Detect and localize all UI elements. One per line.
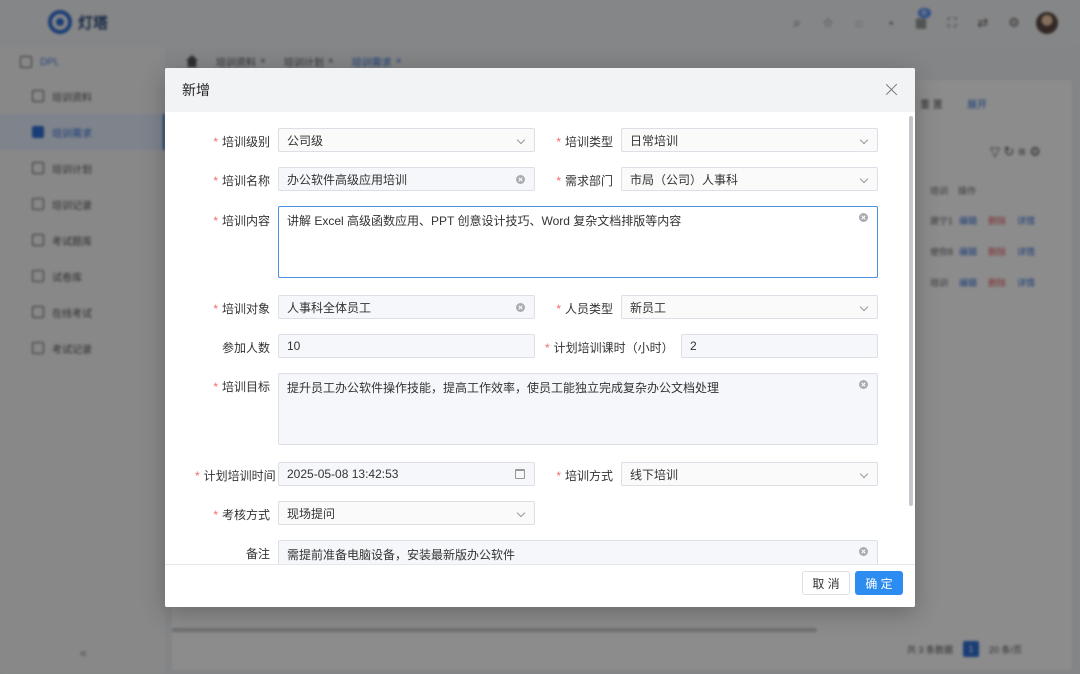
required-mark: *: [195, 469, 200, 483]
training-type-select[interactable]: 日常培训: [621, 128, 878, 152]
department-value: 市局（公司）人事科: [630, 172, 739, 187]
required-mark: *: [556, 135, 561, 149]
name-label-text: 培训名称: [221, 174, 270, 188]
cancel-button[interactable]: 取 消: [802, 571, 850, 595]
time-label-text: 计划培训时间: [203, 469, 276, 483]
training-goal-textarea[interactable]: 提升员工办公软件操作技能，提高工作效率，使员工能独立完成复杂办公文档处理: [278, 373, 878, 445]
training-level-value: 公司级: [287, 133, 324, 148]
type-label: * 培训类型: [545, 133, 613, 150]
type-label-text: 培训类型: [564, 135, 613, 149]
required-mark: *: [213, 508, 218, 522]
required-mark: *: [213, 380, 218, 394]
training-method-select[interactable]: 线下培训: [621, 462, 878, 486]
chevron-down-icon: [859, 135, 869, 145]
chevron-down-icon: [516, 508, 526, 518]
training-name-input[interactable]: 办公软件高级应用培训: [278, 167, 535, 191]
clear-icon[interactable]: [859, 380, 868, 389]
hours-label-text: 计划培训课时（小时）: [553, 341, 674, 355]
required-mark: *: [545, 341, 550, 355]
training-level-select[interactable]: 公司级: [278, 128, 535, 152]
training-content-textarea[interactable]: 讲解 Excel 高级函数应用、PPT 创意设计技巧、Word 复杂文档排版等内…: [278, 206, 878, 278]
training-target-value: 人事科全体员工: [287, 300, 372, 315]
staff-type-label-text: 人员类型: [564, 302, 613, 316]
content-label: * 培训内容: [205, 212, 270, 229]
training-target-input[interactable]: 人事科全体员工: [278, 295, 535, 319]
training-time-picker[interactable]: 2025-05-08 13:42:53: [278, 462, 535, 486]
required-mark: *: [213, 302, 218, 316]
required-mark: *: [213, 174, 218, 188]
department-select[interactable]: 市局（公司）人事科: [621, 167, 878, 191]
clear-icon[interactable]: [859, 213, 868, 222]
time-label: * 计划培训时间: [195, 467, 276, 484]
calendar-icon: [515, 469, 525, 479]
training-time-value: 2025-05-08 13:42:53: [287, 467, 399, 481]
close-icon[interactable]: [883, 81, 901, 99]
dept-label-text: 需求部门: [564, 174, 613, 188]
training-name-value: 办公软件高级应用培训: [287, 172, 408, 187]
staff-type-value: 新员工: [630, 300, 667, 315]
clear-icon[interactable]: [516, 303, 525, 312]
assess-label-text: 考核方式: [221, 508, 270, 522]
remark-label: 备注: [245, 547, 270, 561]
chevron-down-icon: [516, 135, 526, 145]
required-mark: *: [556, 174, 561, 188]
training-method-value: 线下培训: [630, 467, 679, 482]
content-label-text: 培训内容: [221, 214, 270, 228]
training-goal-value: 提升员工办公软件操作技能，提高工作效率，使员工能独立完成复杂办公文档处理: [287, 381, 720, 395]
vertical-scrollbar[interactable]: [909, 116, 913, 506]
target-label-text: 培训对象: [221, 302, 270, 316]
target-label: * 培训对象: [205, 300, 270, 317]
planned-hours-value: 2: [690, 339, 697, 353]
staff-type-select[interactable]: 新员工: [621, 295, 878, 319]
method-label: * 培训方式: [545, 467, 613, 484]
method-label-text: 培训方式: [564, 469, 613, 483]
clear-icon[interactable]: [859, 547, 868, 556]
participant-count-value: 10: [287, 339, 301, 353]
required-mark: *: [556, 469, 561, 483]
training-content-value: 讲解 Excel 高级函数应用、PPT 创意设计技巧、Word 复杂文档排版等内…: [287, 214, 682, 228]
chevron-down-icon: [859, 302, 869, 312]
staff-type-label: * 人员类型: [545, 300, 613, 317]
dept-label: * 需求部门: [545, 172, 613, 189]
dialog-body: * 培训级别 公司级 * 培训类型 日常培训 * 培训名称 办公软件高级应用培训 * 需…: [165, 112, 915, 564]
chevron-down-icon: [859, 469, 869, 479]
dialog-footer: 取 消 确 定: [165, 564, 915, 607]
remark-value: 需提前准备电脑设备，安装最新版办公软件: [287, 548, 516, 562]
required-mark: *: [213, 214, 218, 228]
goal-label-text: 培训目标: [221, 380, 270, 394]
chevron-down-icon: [859, 174, 869, 184]
goal-label: * 培训目标: [205, 378, 270, 395]
hours-label: * 计划培训课时（小时）: [545, 339, 674, 356]
dialog-header: 新增: [165, 68, 915, 112]
name-label: * 培训名称: [205, 172, 270, 189]
planned-hours-input[interactable]: 2: [681, 334, 878, 358]
confirm-button[interactable]: 确 定: [855, 571, 903, 595]
count-label: 参加人数: [221, 341, 270, 355]
add-dialog: 新增 * 培训级别 公司级 * 培训类型 日常培训 * 培训名称 办公软件高级应用培训…: [165, 68, 915, 607]
level-label: * 培训级别: [205, 133, 270, 150]
level-label-text: 培训级别: [221, 135, 270, 149]
assessment-method-value: 现场提问: [287, 506, 336, 521]
assessment-method-select[interactable]: 现场提问: [278, 501, 535, 525]
required-mark: *: [213, 135, 218, 149]
dialog-title: 新增: [182, 82, 210, 98]
training-type-value: 日常培训: [630, 133, 679, 148]
assess-label: * 考核方式: [205, 506, 270, 523]
remark-textarea[interactable]: 需提前准备电脑设备，安装最新版办公软件: [278, 540, 878, 564]
participant-count-input[interactable]: 10: [278, 334, 535, 358]
required-mark: *: [556, 302, 561, 316]
clear-icon[interactable]: [516, 175, 525, 184]
